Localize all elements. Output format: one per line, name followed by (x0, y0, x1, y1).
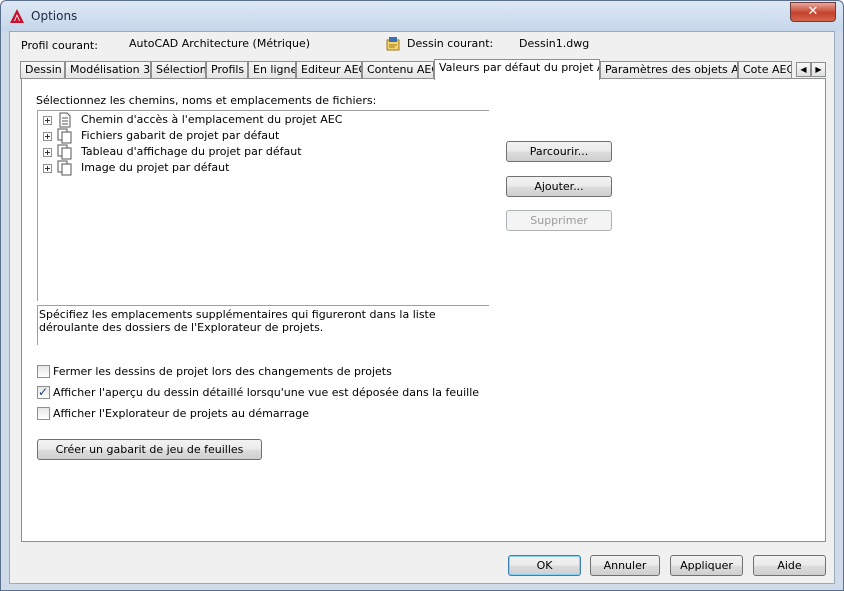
tab-valeurs-projet-aec[interactable]: Valeurs par défaut du projet AEC (434, 59, 600, 80)
close-button[interactable]: ✕ (790, 2, 836, 22)
expand-icon[interactable] (43, 148, 52, 157)
options-dialog: Options ✕ Profil courant: AutoCAD Archit… (0, 0, 844, 591)
tab-selection[interactable]: Sélection (151, 61, 206, 79)
add-button[interactable]: Ajouter... (506, 176, 612, 197)
tab-en-ligne[interactable]: En ligne (248, 61, 296, 79)
browse-button[interactable]: Parcourir... (506, 141, 612, 162)
checkbox-box[interactable]: ✓ (37, 385, 50, 399)
checkbox-label: Afficher l'Explorateur de projets au dém… (53, 407, 309, 420)
tab-dessin[interactable]: Dessin (20, 61, 65, 79)
drawing-icon (386, 37, 400, 51)
remove-button[interactable]: Supprimer (506, 210, 612, 231)
tree-heading: Sélectionnez les chemins, noms et emplac… (36, 94, 377, 107)
apply-button[interactable]: Appliquer (670, 555, 743, 576)
tree-item-label: Chemin d'accès à l'emplacement du projet… (81, 113, 343, 126)
checkbox-label: Fermer les dessins de projet lors des ch… (53, 365, 392, 378)
dialog-client-area: Profil courant: AutoCAD Architecture (Mé… (9, 31, 835, 584)
tree-item-label: Image du projet par défaut (81, 161, 230, 174)
create-sheet-set-template-button[interactable]: Créer un gabarit de jeu de feuilles (37, 439, 262, 460)
drawing-label: Dessin courant: (407, 37, 494, 50)
profile-label: Profil courant: (21, 39, 98, 52)
document-icon (59, 112, 71, 128)
documents-icon (57, 128, 72, 144)
tab-parametres-objets-aec[interactable]: Paramètres des objets AEC (600, 61, 738, 79)
cancel-button[interactable]: Annuler (590, 555, 660, 576)
checkbox-box[interactable]: ✓ (37, 365, 50, 378)
checkmark-icon: ✓ (38, 385, 49, 399)
tree-item-label: Tableau d'affichage du projet par défaut (81, 145, 302, 158)
help-button[interactable]: Aide (753, 555, 826, 576)
tree-item-label: Fichiers gabarit de projet par défaut (81, 129, 280, 142)
profile-value: AutoCAD Architecture (Métrique) (129, 37, 311, 50)
expand-icon[interactable] (43, 116, 52, 125)
window-title: Options (31, 9, 78, 23)
tab-scroll-left-icon[interactable]: ◀ (796, 62, 811, 77)
tab-panel: Sélectionnez les chemins, noms et emplac… (21, 78, 826, 542)
tab-profils[interactable]: Profils (206, 61, 248, 79)
title-bar[interactable]: Options ✕ (1, 1, 843, 31)
checkbox-box[interactable]: ✓ (37, 407, 50, 420)
documents-icon (57, 144, 72, 160)
drawing-value: Dessin1.dwg (519, 37, 590, 50)
tab-cote-aec[interactable]: Cote AEC (738, 61, 792, 79)
tab-editeur-aec[interactable]: Editeur AEC (296, 61, 362, 79)
autocad-logo-icon (10, 9, 24, 23)
file-path-tree[interactable]: Chemin d'accès à l'emplacement du projet… (37, 110, 489, 301)
tab-contenu-aec[interactable]: Contenu AEC (362, 61, 434, 79)
expand-icon[interactable] (43, 164, 52, 173)
tab-modelisation-3d[interactable]: Modélisation 3D (65, 61, 151, 79)
tab-scroll-right-icon[interactable]: ▶ (811, 62, 826, 77)
documents-icon (57, 160, 72, 176)
description-text: Spécifiez les emplacements supplémentair… (37, 305, 489, 345)
checkbox-label: Afficher l'aperçu du dessin détaillé lor… (53, 386, 480, 399)
ok-button[interactable]: OK (508, 555, 581, 576)
expand-icon[interactable] (43, 132, 52, 141)
